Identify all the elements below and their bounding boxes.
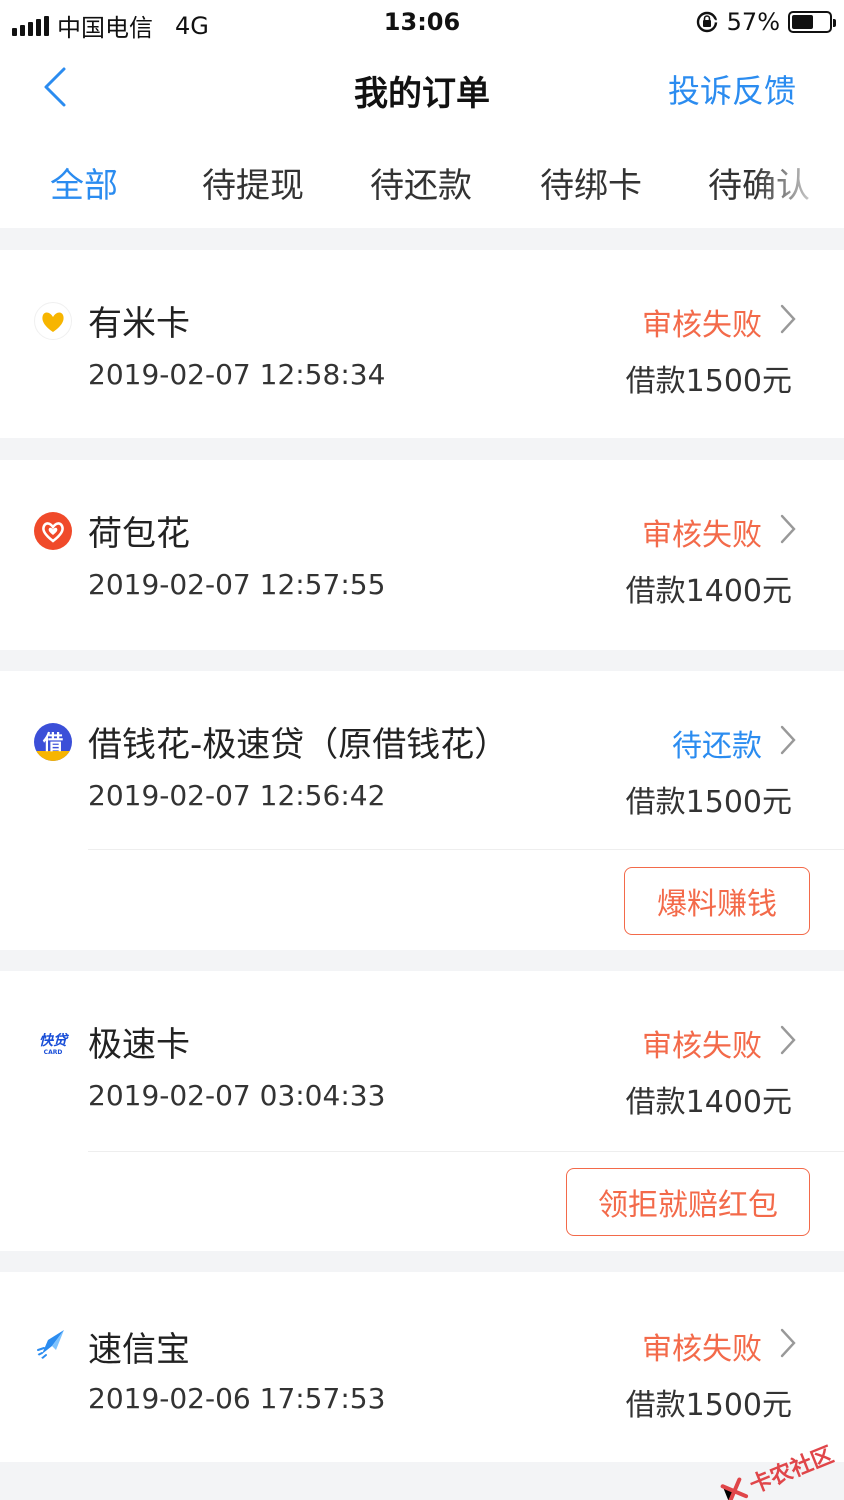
battery-icon [788, 11, 836, 33]
jieqianhua-logo-icon: 借 [34, 723, 72, 761]
order-amount: 借款1500元 [625, 785, 792, 820]
order-tabs: 全部 待提现 待还款 待绑卡 待确认 [0, 132, 844, 228]
tab-pending-withdraw[interactable]: 待提现 [202, 158, 304, 207]
order-status: 审核失败 [642, 1029, 762, 1064]
suxinbao-logo-icon [34, 1324, 72, 1362]
tab-pending-repay[interactable]: 待还款 [370, 158, 472, 207]
status-bar: 中国电信 4G 13:06 57% [0, 0, 844, 44]
order-amount: 借款1400元 [625, 1085, 792, 1120]
battery-level [792, 15, 813, 29]
svg-text:CARD: CARD [44, 1049, 63, 1056]
order-status: 审核失败 [642, 1332, 762, 1367]
order-amount: 借款1500元 [625, 1388, 792, 1423]
chevron-right-icon [780, 1025, 796, 1055]
chevron-right-icon [780, 725, 796, 755]
complaint-feedback-button[interactable]: 投诉反馈 [668, 66, 796, 112]
svg-text:借: 借 [42, 730, 63, 754]
order-card[interactable]: 荷包花 2019-02-07 12:57:55 审核失败 借款1400元 [0, 460, 844, 650]
order-date: 2019-02-07 12:57:55 [88, 568, 386, 601]
card-divider [88, 1151, 844, 1152]
order-amount: 借款1500元 [625, 364, 792, 399]
order-name: 极速卡 [88, 1025, 190, 1065]
order-card[interactable]: 快贷 CARD 极速卡 2019-02-07 03:04:33 审核失败 借款1… [0, 971, 844, 1251]
battery-percent: 57% [726, 8, 780, 36]
tab-pending-bind-card[interactable]: 待绑卡 [540, 158, 642, 207]
order-card[interactable]: 有米卡 2019-02-07 12:58:34 审核失败 借款1500元 [0, 250, 844, 438]
nav-bar: 我的订单 投诉反馈 [0, 44, 844, 132]
order-amount: 借款1400元 [625, 574, 792, 609]
chevron-right-icon [780, 1328, 796, 1358]
jisuka-logo-icon: 快贷 CARD [34, 1023, 72, 1061]
report-earn-button[interactable]: 爆料赚钱 [624, 867, 810, 935]
order-date: 2019-02-06 17:57:53 [88, 1382, 386, 1415]
order-card[interactable]: 速信宝 2019-02-06 17:57:53 审核失败 借款1500元 [0, 1272, 844, 1462]
order-status: 待还款 [672, 729, 762, 764]
chevron-right-icon [780, 304, 796, 334]
order-name: 荷包花 [88, 514, 190, 554]
watermark-logo-icon [720, 1477, 749, 1500]
order-date: 2019-02-07 12:58:34 [88, 358, 386, 391]
status-right: 57% [695, 8, 836, 36]
chevron-right-icon [780, 514, 796, 544]
card-divider [88, 849, 844, 850]
order-date: 2019-02-07 12:56:42 [88, 779, 386, 812]
order-name: 有米卡 [88, 304, 190, 344]
youmika-logo-icon [34, 302, 72, 340]
hebaohua-logo-icon [34, 512, 72, 550]
svg-text:快贷: 快贷 [39, 1032, 70, 1049]
order-name: 速信宝 [88, 1330, 190, 1370]
order-card[interactable]: 借 借钱花-极速贷（原借钱花） 2019-02-07 12:56:42 待还款 … [0, 671, 844, 950]
reject-compensation-button[interactable]: 领拒就赔红包 [566, 1168, 810, 1236]
order-status: 审核失败 [642, 518, 762, 553]
tab-fade [754, 132, 844, 228]
order-date: 2019-02-07 03:04:33 [88, 1079, 386, 1112]
tab-all[interactable]: 全部 [50, 158, 118, 207]
order-status: 审核失败 [642, 308, 762, 343]
rotation-lock-icon [696, 11, 719, 33]
orders-page: 中国电信 4G 13:06 57% 我的订单 投诉反馈 全部 待提现 待还款 待… [0, 0, 844, 1500]
order-name: 借钱花-极速贷（原借钱花） [88, 725, 509, 765]
